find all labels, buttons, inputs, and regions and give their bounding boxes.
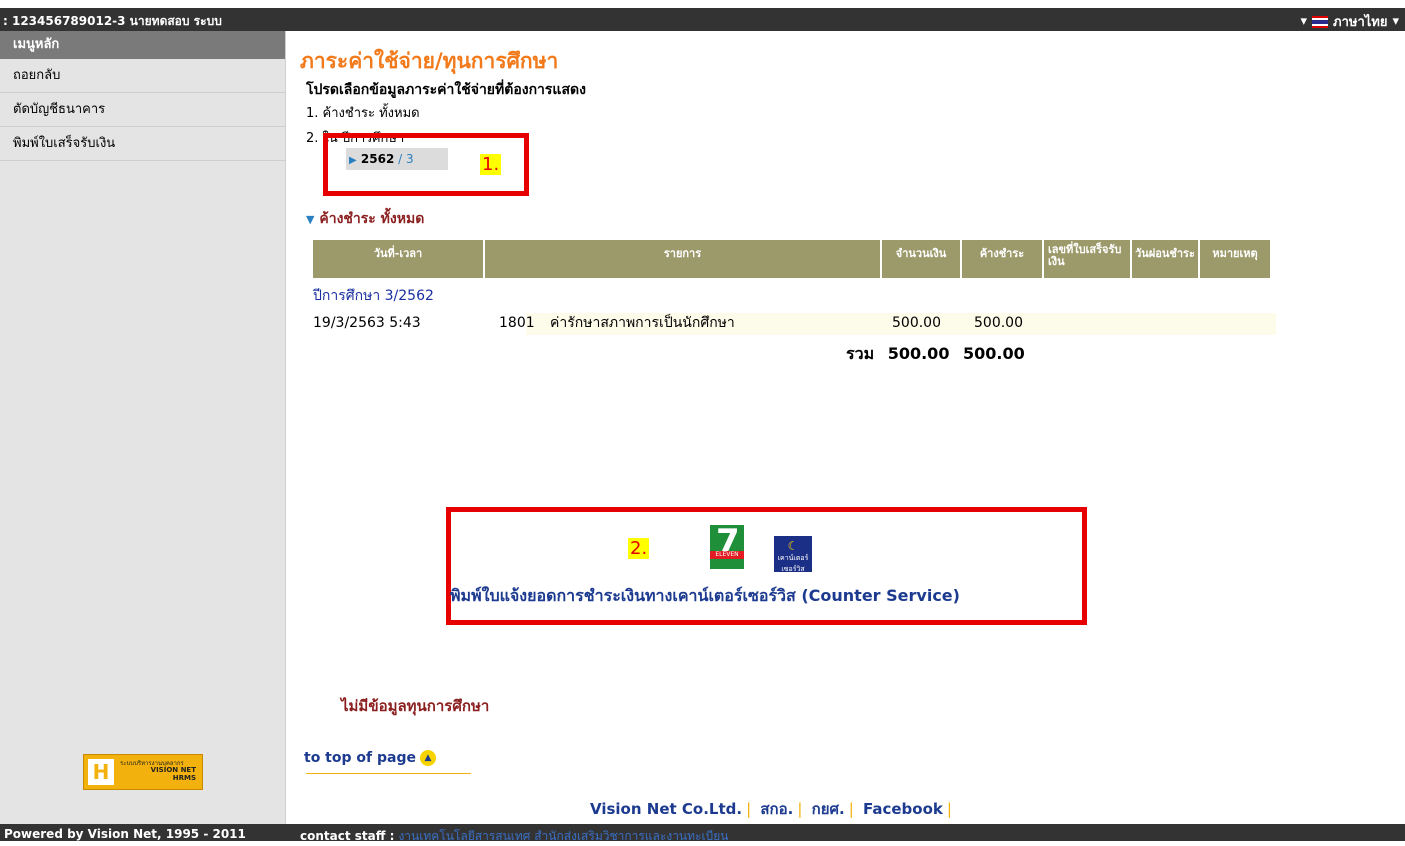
table-header-item: รายการ [485, 240, 880, 278]
sidebar-header: เมนูหลัก [0, 31, 285, 59]
bottom-links: Vision Net Co.Ltd. | สกอ. | กยศ. | Facebook… [590, 800, 952, 818]
to-top-link[interactable]: to top of page ▲ [304, 750, 436, 766]
sidebar-item-print-receipt[interactable]: พิมพ์ใบเสร็จรับเงิน [0, 127, 285, 161]
counter-service-icon[interactable]: ☾ เคาน์เตอร์ เซอร์วิส [774, 536, 812, 573]
chevron-down-icon: ▾ [1300, 14, 1307, 29]
sidebar: เมนูหลัก ถอยกลับ ตัดบัญชีธนาคาร พิมพ์ใบเ… [0, 31, 286, 824]
no-scholarship-message: ไม่มีข้อมูลทุนการศึกษา [341, 697, 490, 715]
table-header-amount: จำนวนเงิน [882, 240, 960, 278]
section-title: ▼ ค้างชำระ ทั้งหมด [306, 211, 425, 227]
language-label: ภาษาไทย [1333, 15, 1388, 30]
main-content: ภาระค่าใช้จ่าย/ทุนการศึกษา โปรดเลือกข้อม… [286, 31, 1405, 824]
user-info: : 123456789012-3 นายทดสอบ ระบบ [3, 14, 222, 28]
table-header-outstanding: ค้างชำระ [962, 240, 1042, 278]
link-vision-net[interactable]: Vision Net Co.Ltd. [590, 800, 742, 818]
link-slf[interactable]: กยศ. [812, 800, 845, 818]
vision-net-logo: H ระบบบริหารงานบุคลากร VISION NET HRMS [83, 754, 203, 790]
table-header-installment: วันผ่อนชำระ [1132, 240, 1198, 278]
cell-code: 1801 [499, 315, 535, 331]
seven-eleven-icon[interactable]: 7 ELEVEN [710, 522, 744, 569]
thai-flag-icon [1312, 15, 1328, 28]
table-total: รวม 500.00 500.00 [846, 344, 1025, 363]
annotation-label-2: 2. [628, 538, 650, 559]
divider [306, 773, 471, 774]
chevron-down-icon: ▾ [1392, 14, 1399, 29]
academic-year-group[interactable]: ปีการศึกษา 3/2562 [313, 285, 434, 307]
top-bar: : 123456789012-3 นายทดสอบ ระบบ ▾ ภาษาไทย… [0, 8, 1405, 31]
cell-item: ค่ารักษาสภาพการเป็นนักศึกษา [550, 315, 735, 331]
table-header-datetime: วันที่-เวลา [313, 240, 483, 278]
page-title: ภาระค่าใช้จ่าย/ทุนการศึกษา [300, 49, 559, 73]
table-header-receipt-no: เลขที่ใบเสร็จรับเงิน [1044, 240, 1130, 278]
link-ohec[interactable]: สกอ. [760, 800, 793, 818]
footer: Powered by Vision Net, 1995 - 2011 conta… [0, 824, 1405, 843]
select-prompt: โปรดเลือกข้อมูลภาระค่าใช้จ่ายที่ต้องการแ… [306, 82, 586, 98]
cell-datetime: 19/3/2563 5:43 [313, 315, 421, 331]
moon-icon: ☾ [787, 539, 799, 553]
sidebar-item-bank-deduction[interactable]: ตัดบัญชีธนาคาร [0, 93, 285, 127]
language-selector[interactable]: ▾ ภาษาไทย ▾ [1300, 11, 1399, 32]
powered-by: Powered by Vision Net, 1995 - 2011 [4, 827, 246, 841]
cell-amount: 500.00 [892, 315, 941, 331]
counter-service-print-link[interactable]: พิมพ์ใบแจ้งยอดการชำระเงินทางเคาน์เตอร์เซ… [450, 584, 960, 609]
annotation-label-1: 1. [480, 154, 502, 175]
h-logo-icon: H [88, 759, 114, 785]
triangle-down-icon: ▼ [306, 213, 315, 226]
link-facebook[interactable]: Facebook [863, 800, 943, 818]
table-header-remark: หมายเหตุ [1200, 240, 1270, 278]
cell-outstanding: 500.00 [974, 315, 1023, 331]
sidebar-item-back[interactable]: ถอยกลับ [0, 59, 285, 93]
arrow-up-icon[interactable]: ▲ [419, 750, 436, 766]
option-all-outstanding[interactable]: 1. ค้างชำระ ทั้งหมด [306, 102, 420, 123]
contact-staff: contact staff : งานเทคโนโลยีสารสนเทศ สำนั… [300, 829, 729, 843]
